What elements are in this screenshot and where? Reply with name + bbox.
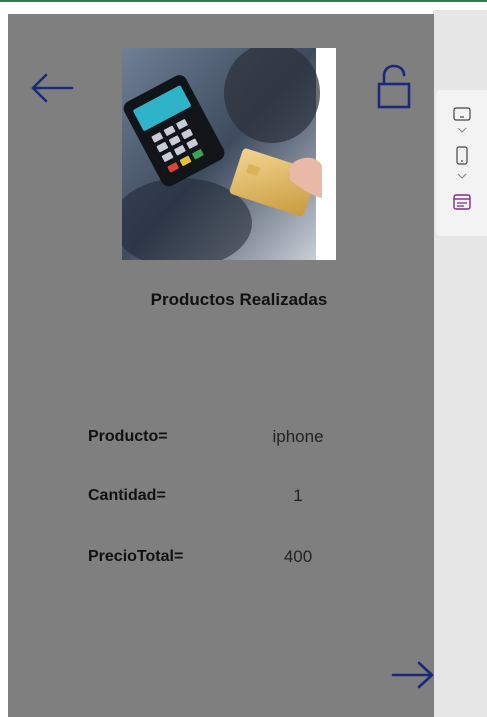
card-payment-photo	[122, 48, 336, 260]
phone-layout-icon[interactable]	[452, 146, 472, 166]
chevron-down-icon[interactable]	[452, 126, 472, 136]
quantity-label: Cantidad=	[88, 487, 166, 504]
product-label: Producto=	[88, 428, 168, 445]
card-payment-image	[122, 48, 336, 260]
unlocked-padlock-icon[interactable]	[376, 64, 412, 110]
window-left-border	[0, 2, 8, 717]
page-title: Productos Realizadas	[150, 290, 328, 309]
chevron-down-icon[interactable]	[452, 172, 472, 182]
back-arrow-icon[interactable]	[30, 72, 74, 104]
app-screen: Productos Realizadas Producto= iphone Ca…	[8, 14, 434, 717]
screen-layout-icon[interactable]	[452, 192, 472, 212]
forward-arrow-icon[interactable]	[391, 660, 435, 690]
view-toolbar	[436, 90, 487, 236]
tablet-layout-icon[interactable]	[452, 106, 472, 122]
window-top-border	[0, 0, 487, 2]
total-price-value: 400	[283, 547, 313, 566]
product-value: iphone	[272, 427, 324, 446]
quantity-value: 1	[293, 486, 303, 505]
total-price-label: PrecioTotal=	[88, 548, 184, 565]
